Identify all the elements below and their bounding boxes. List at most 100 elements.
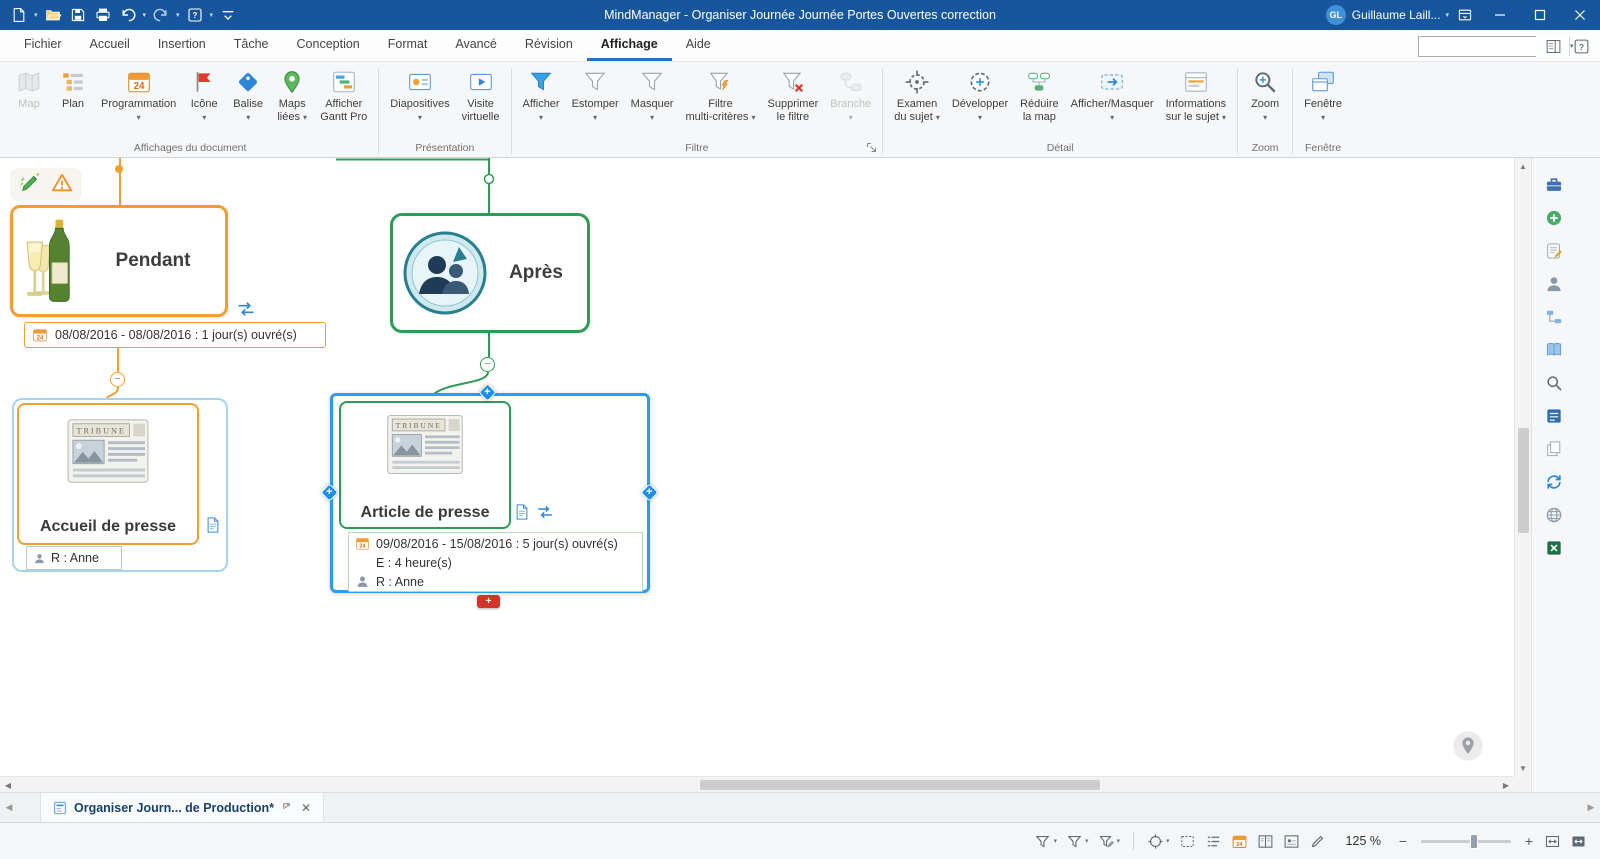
relationship-icon[interactable] [536,503,554,521]
notes-icon[interactable] [513,503,531,521]
undo-icon[interactable] [117,4,139,26]
dialog-launcher-icon[interactable] [865,142,877,154]
tab-scroll-right-icon[interactable]: ▶ [1582,793,1600,822]
captures-icon[interactable] [1541,436,1567,462]
topic-accueil[interactable]: TRIBUNE Accueil de presse [17,403,199,545]
hidden-subtopics-indicator[interactable]: + [477,595,500,608]
zoom-in-button[interactable]: + [1520,833,1538,849]
open-icon[interactable] [42,4,64,26]
help-icon[interactable]: ? [1570,35,1592,57]
map-canvas[interactable]: Pendant 24 08/08/2016 - 08/08/2016 : 1 j… [0,158,1514,776]
topic-pendant[interactable]: Pendant [10,205,228,317]
co-editing-icon[interactable] [1541,469,1567,495]
map-index-icon[interactable] [1541,304,1567,330]
scroll-right-icon[interactable]: ▶ [1498,777,1514,793]
examen-du-sujet-button[interactable]: Examendu sujet ▾ [888,65,946,126]
collapse-toggle-pendant-branch[interactable]: − [110,372,125,387]
vertical-scrollbar[interactable]: ▲ ▼ [1514,158,1531,776]
schedule-view-icon[interactable]: 24 [1228,829,1251,853]
search-icon[interactable] [1541,370,1567,396]
tab-affichage[interactable]: Affichage [587,30,672,61]
scroll-up-icon[interactable]: ▲ [1515,158,1531,174]
web-icon[interactable] [1541,502,1567,528]
supprimer-le-filtre-button[interactable]: Supprimerle filtre [762,65,825,126]
presentation-edit-icon[interactable] [1306,829,1329,853]
select-tool-icon[interactable]: ▾ [1144,829,1173,853]
tab-fichier[interactable]: Fichier [10,30,76,61]
pendant-task-info[interactable]: 24 08/08/2016 - 08/08/2016 : 1 jour(s) o… [24,322,326,348]
accueil-resource[interactable]: R : Anne [26,546,122,570]
afficher-masquer-button[interactable]: Afficher/Masquer▾ [1065,65,1160,126]
reduire-la-map-button[interactable]: Réduirela map [1014,65,1065,126]
topic-article[interactable]: TRIBUNE Article de presse [339,401,511,529]
tab-tache[interactable]: Tâche [220,30,283,61]
topic-apres[interactable]: Après [390,213,590,333]
tab-avance[interactable]: Avancé [441,30,510,61]
user-menu-chevron[interactable]: ▾ [1445,11,1449,19]
informations-sur-le-sujet-button[interactable]: Informationssur le sujet ▾ [1160,65,1233,126]
horizontal-scroll-thumb[interactable] [700,780,1100,790]
tab-accueil[interactable]: Accueil [76,30,144,61]
zoom-out-button[interactable]: − [1394,833,1412,849]
relationship-icon[interactable] [236,299,256,319]
outline-view-icon[interactable] [1202,829,1225,853]
help-menu-icon[interactable]: ? [184,4,206,26]
vertical-scroll-thumb[interactable] [1518,428,1529,533]
visite-virtuelle-button[interactable]: Visitevirtuelle [456,65,506,126]
fenetre-button[interactable]: Fenêtre▾ [1298,65,1348,126]
map-view-icon[interactable] [1280,829,1303,853]
help-dropdown[interactable]: ▾ [210,11,214,19]
search-combobox[interactable]: ▾ [1418,36,1536,57]
minimize-button[interactable] [1480,0,1520,30]
library-icon[interactable] [1541,172,1567,198]
map-location-icon[interactable] [1452,730,1484,762]
icone-button[interactable]: Icône▾ [182,65,226,126]
tab-detach-icon[interactable] [281,801,292,815]
save-icon[interactable] [67,4,89,26]
document-tab[interactable]: Organiser Journ... de Production* ✕ [40,793,324,822]
split-view-icon[interactable] [1254,829,1277,853]
new-document-dropdown[interactable]: ▾ [34,11,38,19]
topic-accueil-selection[interactable]: TRIBUNE Accueil de presse R : Anne [12,398,228,572]
masquer-button[interactable]: Masquer▾ [625,65,680,126]
fit-selection-icon[interactable] [1567,829,1590,853]
topic-article-selection[interactable]: TRIBUNE Article de presse [330,393,650,593]
developper-button[interactable]: Développer▾ [946,65,1014,126]
maps-liees-button[interactable]: Mapsliées ▾ [270,65,314,126]
zoom-slider-thumb[interactable] [1470,834,1478,849]
tab-revision[interactable]: Révision [511,30,587,61]
edit-filter-icon[interactable]: ▾ [1095,829,1124,853]
tab-close-icon[interactable]: ✕ [299,801,311,815]
redo-dropdown[interactable]: ▾ [176,11,180,19]
fit-map-icon[interactable] [1541,829,1564,853]
fade-filter-icon[interactable]: ▾ [1063,829,1092,853]
programmation-button[interactable]: 24Programmation▾ [95,65,182,126]
marquee-zoom-icon[interactable] [1176,829,1199,853]
snippets-icon[interactable] [1541,403,1567,429]
edit-pencil-icon[interactable] [19,172,41,197]
task-notes-icon[interactable] [1541,238,1567,264]
zoom-slider[interactable] [1421,840,1511,843]
warning-icon[interactable] [51,172,73,197]
qat-customize-icon[interactable] [217,4,239,26]
estomper-button[interactable]: Estomper▾ [566,65,625,126]
afficher-button[interactable]: Afficher▾ [517,65,566,126]
undo-dropdown[interactable]: ▾ [143,11,147,19]
tab-format[interactable]: Format [374,30,442,61]
balise-button[interactable]: Balise▾ [226,65,270,126]
new-document-icon[interactable] [8,4,30,26]
tab-conception[interactable]: Conception [283,30,374,61]
excel-export-icon[interactable] [1541,535,1567,561]
tab-scroll-left-icon[interactable]: ◀ [0,793,18,822]
user-avatar[interactable]: GL [1326,5,1346,25]
task-pane-toggle-icon[interactable] [1542,35,1564,57]
map-parts-icon[interactable] [1541,205,1567,231]
scroll-down-icon[interactable]: ▼ [1515,760,1531,776]
article-task-info[interactable]: 24 09/08/2016 - 15/08/2016 : 5 jour(s) o… [348,532,643,592]
resources-icon[interactable] [1541,271,1567,297]
filtre-multi-criteres-button[interactable]: Filtremulti-critères ▾ [679,65,761,126]
notes-icon[interactable] [204,516,222,534]
user-name[interactable]: Guillaume Laill... [1352,8,1441,22]
afficher-gantt-pro-button[interactable]: AfficherGantt Pro [314,65,373,126]
plan-button[interactable]: Plan [51,65,95,113]
